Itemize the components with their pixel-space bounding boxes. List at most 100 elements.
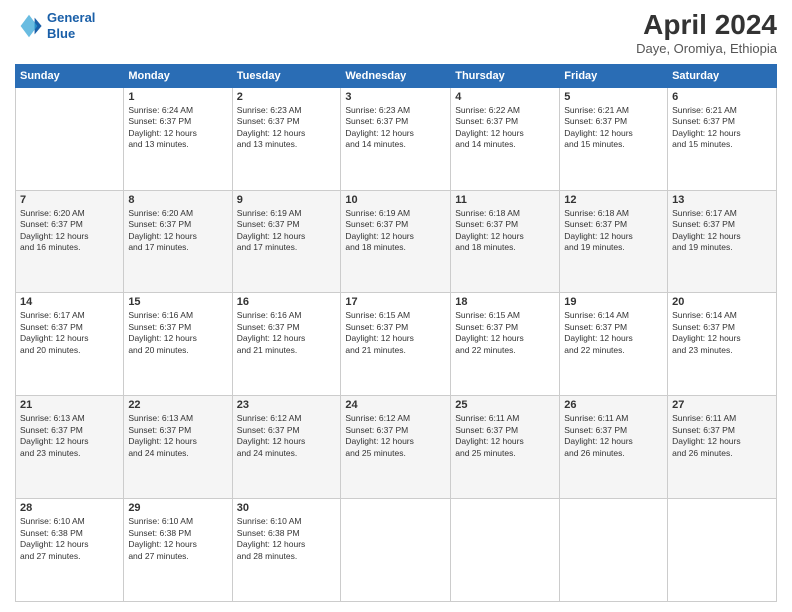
day-info: Sunrise: 6:19 AMSunset: 6:37 PMDaylight:… bbox=[237, 208, 337, 254]
logo-icon bbox=[15, 12, 43, 40]
subtitle: Daye, Oromiya, Ethiopia bbox=[636, 41, 777, 56]
calendar-cell: 7 Sunrise: 6:20 AMSunset: 6:37 PMDaylight… bbox=[16, 190, 124, 293]
page: General Blue April 2024 Daye, Oromiya, E… bbox=[0, 0, 792, 612]
logo: General Blue bbox=[15, 10, 95, 41]
day-number: 10 bbox=[345, 194, 446, 206]
day-number: 8 bbox=[128, 194, 227, 206]
day-number: 17 bbox=[345, 296, 446, 308]
day-info: Sunrise: 6:23 AMSunset: 6:37 PMDaylight:… bbox=[345, 105, 446, 151]
day-number: 15 bbox=[128, 296, 227, 308]
day-info: Sunrise: 6:12 AMSunset: 6:37 PMDaylight:… bbox=[345, 413, 446, 459]
day-number: 14 bbox=[20, 296, 119, 308]
logo-text: General Blue bbox=[47, 10, 95, 41]
day-number: 2 bbox=[237, 91, 337, 103]
day-info: Sunrise: 6:11 AMSunset: 6:37 PMDaylight:… bbox=[564, 413, 663, 459]
day-info: Sunrise: 6:20 AMSunset: 6:37 PMDaylight:… bbox=[128, 208, 227, 254]
day-number: 1 bbox=[128, 91, 227, 103]
day-of-week-header: Thursday bbox=[451, 64, 560, 87]
calendar-cell: 6 Sunrise: 6:21 AMSunset: 6:37 PMDaylight… bbox=[668, 87, 777, 190]
day-info: Sunrise: 6:21 AMSunset: 6:37 PMDaylight:… bbox=[672, 105, 772, 151]
calendar-cell: 20 Sunrise: 6:14 AMSunset: 6:37 PMDayligh… bbox=[668, 293, 777, 396]
day-info: Sunrise: 6:13 AMSunset: 6:37 PMDaylight:… bbox=[128, 413, 227, 459]
day-number: 13 bbox=[672, 194, 772, 206]
calendar-cell bbox=[451, 499, 560, 602]
day-number: 6 bbox=[672, 91, 772, 103]
day-info: Sunrise: 6:14 AMSunset: 6:37 PMDaylight:… bbox=[564, 310, 663, 356]
calendar-cell bbox=[668, 499, 777, 602]
calendar-week-row: 21 Sunrise: 6:13 AMSunset: 6:37 PMDayligh… bbox=[16, 396, 777, 499]
logo-line1: General bbox=[47, 10, 95, 25]
day-of-week-header: Tuesday bbox=[232, 64, 341, 87]
calendar-cell: 8 Sunrise: 6:20 AMSunset: 6:37 PMDaylight… bbox=[124, 190, 232, 293]
calendar-cell: 10 Sunrise: 6:19 AMSunset: 6:37 PMDayligh… bbox=[341, 190, 451, 293]
day-info: Sunrise: 6:11 AMSunset: 6:37 PMDaylight:… bbox=[672, 413, 772, 459]
day-number: 18 bbox=[455, 296, 555, 308]
day-number: 27 bbox=[672, 399, 772, 411]
header: General Blue April 2024 Daye, Oromiya, E… bbox=[15, 10, 777, 56]
calendar-cell: 24Sunrise: 6:12 AMSunset: 6:37 PMDayligh… bbox=[341, 396, 451, 499]
calendar-cell: 23 Sunrise: 6:12 AMSunset: 6:37 PMDayligh… bbox=[232, 396, 341, 499]
calendar-cell: 26 Sunrise: 6:11 AMSunset: 6:37 PMDayligh… bbox=[560, 396, 668, 499]
calendar-cell bbox=[560, 499, 668, 602]
calendar-cell: 28Sunrise: 6:10 AMSunset: 6:38 PMDayligh… bbox=[16, 499, 124, 602]
calendar-cell: 3Sunrise: 6:23 AMSunset: 6:37 PMDaylight… bbox=[341, 87, 451, 190]
day-info: Sunrise: 6:15 AMSunset: 6:37 PMDaylight:… bbox=[455, 310, 555, 356]
day-info: Sunrise: 6:10 AMSunset: 6:38 PMDaylight:… bbox=[237, 516, 337, 562]
day-info: Sunrise: 6:11 AMSunset: 6:37 PMDaylight:… bbox=[455, 413, 555, 459]
day-number: 21 bbox=[20, 399, 119, 411]
day-of-week-header: Wednesday bbox=[341, 64, 451, 87]
day-number: 23 bbox=[237, 399, 337, 411]
day-of-week-header: Monday bbox=[124, 64, 232, 87]
day-of-week-header: Sunday bbox=[16, 64, 124, 87]
day-info: Sunrise: 6:15 AMSunset: 6:37 PMDaylight:… bbox=[345, 310, 446, 356]
day-number: 28 bbox=[20, 502, 119, 514]
day-info: Sunrise: 6:14 AMSunset: 6:37 PMDaylight:… bbox=[672, 310, 772, 356]
calendar-cell: 5Sunrise: 6:21 AMSunset: 6:37 PMDaylight… bbox=[560, 87, 668, 190]
calendar-table: SundayMondayTuesdayWednesdayThursdayFrid… bbox=[15, 64, 777, 602]
day-info: Sunrise: 6:13 AMSunset: 6:37 PMDaylight:… bbox=[20, 413, 119, 459]
main-title: April 2024 bbox=[636, 10, 777, 41]
day-info: Sunrise: 6:23 AMSunset: 6:37 PMDaylight:… bbox=[237, 105, 337, 151]
calendar-cell: 13 Sunrise: 6:17 AMSunset: 6:37 PMDayligh… bbox=[668, 190, 777, 293]
calendar-cell: 14 Sunrise: 6:17 AMSunset: 6:37 PMDayligh… bbox=[16, 293, 124, 396]
day-of-week-header: Friday bbox=[560, 64, 668, 87]
day-info: Sunrise: 6:16 AMSunset: 6:37 PMDaylight:… bbox=[237, 310, 337, 356]
calendar-cell: 11 Sunrise: 6:18 AMSunset: 6:37 PMDayligh… bbox=[451, 190, 560, 293]
day-number: 26 bbox=[564, 399, 663, 411]
day-info: Sunrise: 6:22 AMSunset: 6:37 PMDaylight:… bbox=[455, 105, 555, 151]
calendar-header-row: SundayMondayTuesdayWednesdayThursdayFrid… bbox=[16, 64, 777, 87]
calendar-week-row: 14 Sunrise: 6:17 AMSunset: 6:37 PMDayligh… bbox=[16, 293, 777, 396]
calendar-cell: 29Sunrise: 6:10 AMSunset: 6:38 PMDayligh… bbox=[124, 499, 232, 602]
day-info: Sunrise: 6:16 AMSunset: 6:37 PMDaylight:… bbox=[128, 310, 227, 356]
day-number: 25 bbox=[455, 399, 555, 411]
day-info: Sunrise: 6:17 AMSunset: 6:37 PMDaylight:… bbox=[20, 310, 119, 356]
day-info: Sunrise: 6:20 AMSunset: 6:37 PMDaylight:… bbox=[20, 208, 119, 254]
logo-line2: Blue bbox=[47, 26, 75, 41]
calendar-week-row: 28 Sunrise: 6:10 AMSunset: 6:38 PMDayligh… bbox=[16, 499, 777, 602]
day-info: Sunrise: 6:17 AMSunset: 6:37 PMDaylight:… bbox=[672, 208, 772, 254]
calendar-cell: 25 Sunrise: 6:11 AMSunset: 6:37 PMDayligh… bbox=[451, 396, 560, 499]
day-number: 11 bbox=[455, 194, 555, 206]
day-number: 29 bbox=[128, 502, 227, 514]
calendar-cell: 19 Sunrise: 6:14 AMSunset: 6:37 PMDayligh… bbox=[560, 293, 668, 396]
day-info: Sunrise: 6:12 AMSunset: 6:37 PMDaylight:… bbox=[237, 413, 337, 459]
day-number: 22 bbox=[128, 399, 227, 411]
day-number: 9 bbox=[237, 194, 337, 206]
calendar-cell: 9 Sunrise: 6:19 AMSunset: 6:37 PMDaylight… bbox=[232, 190, 341, 293]
day-info: Sunrise: 6:18 AMSunset: 6:37 PMDaylight:… bbox=[455, 208, 555, 254]
calendar-cell: 12Sunrise: 6:18 AMSunset: 6:37 PMDayligh… bbox=[560, 190, 668, 293]
title-block: April 2024 Daye, Oromiya, Ethiopia bbox=[636, 10, 777, 56]
calendar-cell: 4Sunrise: 6:22 AMSunset: 6:37 PMDaylight… bbox=[451, 87, 560, 190]
calendar-cell: 1Sunrise: 6:24 AMSunset: 6:37 PMDaylight… bbox=[124, 87, 232, 190]
day-number: 20 bbox=[672, 296, 772, 308]
calendar-cell: 30Sunrise: 6:10 AMSunset: 6:38 PMDayligh… bbox=[232, 499, 341, 602]
day-number: 5 bbox=[564, 91, 663, 103]
calendar-cell bbox=[341, 499, 451, 602]
day-info: Sunrise: 6:19 AMSunset: 6:37 PMDaylight:… bbox=[345, 208, 446, 254]
day-number: 7 bbox=[20, 194, 119, 206]
calendar-cell: 21 Sunrise: 6:13 AMSunset: 6:37 PMDayligh… bbox=[16, 396, 124, 499]
day-number: 19 bbox=[564, 296, 663, 308]
calendar-week-row: 7 Sunrise: 6:20 AMSunset: 6:37 PMDaylight… bbox=[16, 190, 777, 293]
calendar-cell: 15 Sunrise: 6:16 AMSunset: 6:37 PMDayligh… bbox=[124, 293, 232, 396]
calendar-week-row: 1Sunrise: 6:24 AMSunset: 6:37 PMDaylight… bbox=[16, 87, 777, 190]
